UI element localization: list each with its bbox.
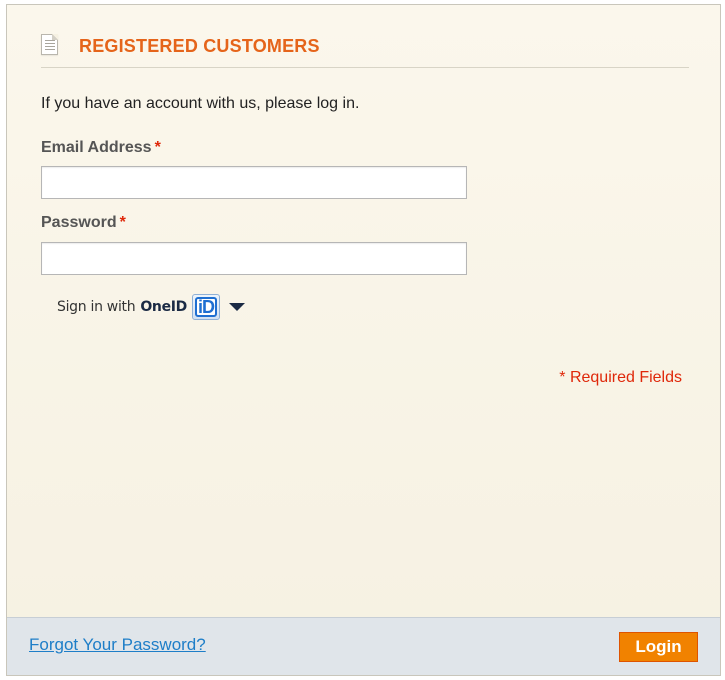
intro-text: If you have an account with us, please l…	[41, 95, 360, 112]
oneid-prefix: Sign in with	[57, 299, 136, 315]
oneid-logo-icon: iD	[192, 294, 221, 320]
email-label-text: Email Address	[41, 139, 152, 156]
required-fields-note: * Required Fields	[559, 369, 682, 386]
login-button[interactable]: Login	[619, 632, 698, 662]
forgot-password-link[interactable]: Forgot Your Password?	[29, 635, 206, 655]
password-field[interactable]	[41, 242, 467, 275]
section-header: REGISTERED CUSTOMERS	[41, 30, 689, 68]
password-label-text: Password	[41, 214, 117, 231]
required-asterisk: *	[119, 214, 126, 231]
oneid-badge-text: iD	[195, 297, 218, 317]
caret-down-icon[interactable]	[229, 303, 246, 311]
section-title: REGISTERED CUSTOMERS	[79, 36, 320, 56]
login-panel: REGISTERED CUSTOMERS If you have an acco…	[6, 4, 721, 676]
oneid-brand: OneID	[140, 299, 188, 315]
document-icon	[41, 34, 58, 55]
email-field[interactable]	[41, 166, 467, 199]
panel-footer: Forgot Your Password? Login	[7, 617, 720, 675]
required-asterisk: *	[154, 139, 161, 156]
oneid-signin-button[interactable]: Sign in with OneID iD	[57, 293, 246, 321]
password-label: Password *	[41, 214, 126, 232]
email-label: Email Address *	[41, 139, 161, 157]
